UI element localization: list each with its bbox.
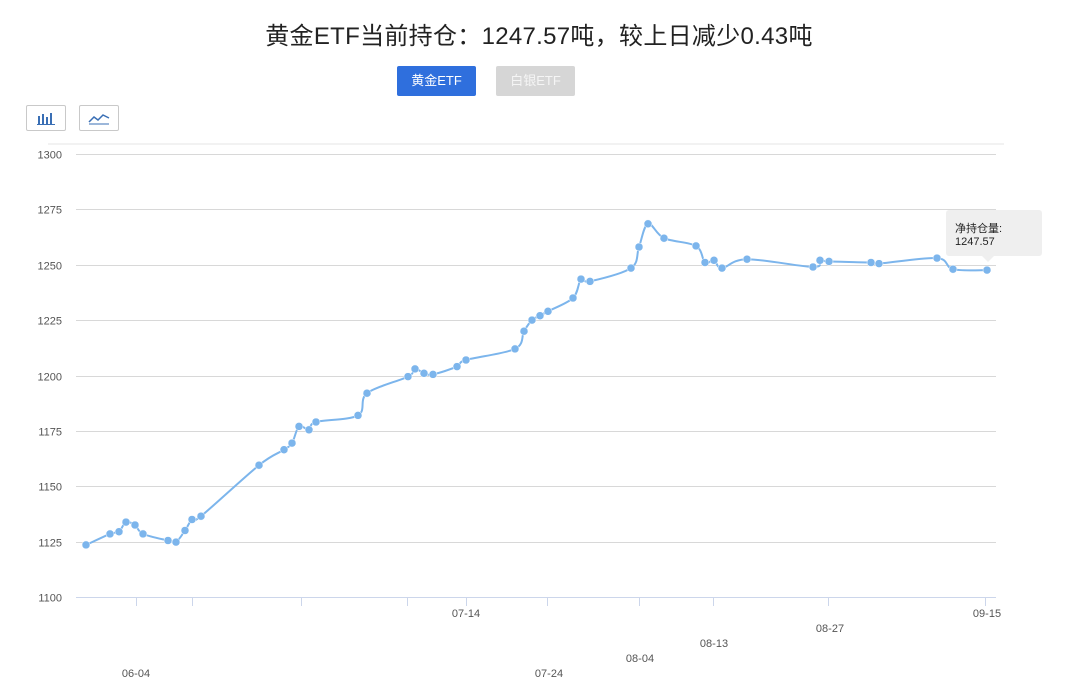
y-tick-label: 1150 [38,482,62,494]
y-tick-label: 1225 [38,316,62,328]
data-point[interactable] [419,369,429,378]
data-point[interactable] [180,526,190,535]
data-point[interactable] [866,258,876,267]
data-point[interactable] [311,417,321,427]
data-point[interactable] [535,311,545,320]
data-point[interactable] [403,372,413,381]
data-point[interactable] [510,344,520,354]
data-point[interactable] [114,527,124,536]
tooltip-arrow [982,256,994,262]
y-tick-label: 1125 [38,538,62,550]
data-point[interactable] [461,355,471,365]
y-tick-label: 1175 [38,427,62,439]
data-point[interactable] [287,438,297,448]
series-line [85,222,988,546]
data-point[interactable] [452,362,462,371]
data-point[interactable] [527,315,537,325]
data-point[interactable] [932,253,942,263]
data-point[interactable] [824,257,834,266]
data-point[interactable] [742,254,752,264]
x-tick-label: 08-27 [816,623,844,635]
y-tick-label: 1250 [38,261,62,273]
x-tick-label: 06-04 [122,668,150,680]
data-point[interactable] [304,425,314,435]
data-point[interactable] [982,265,992,275]
x-tick-label: 08-04 [626,653,654,665]
data-point[interactable] [634,242,644,252]
data-point[interactable] [576,274,586,284]
data-point[interactable] [691,241,701,251]
data-point[interactable] [709,256,719,265]
tooltip-label: 净持仓量: [955,223,1003,235]
data-point[interactable] [543,307,553,316]
tooltip-value: 1247.57 [955,236,995,248]
data-tooltip: 净持仓量: 1247.57 [946,210,1042,262]
data-point[interactable] [279,445,289,454]
data-point[interactable] [121,517,131,527]
x-tick-label: 08-13 [700,638,728,650]
data-point[interactable] [948,264,958,274]
data-point[interactable] [519,326,529,336]
data-point[interactable] [585,277,595,286]
data-point[interactable] [659,233,669,243]
data-point[interactable] [626,263,636,273]
y-tick-label: 1200 [38,372,62,384]
x-tick-label: 07-14 [452,608,480,620]
data-point[interactable] [874,259,884,268]
data-point[interactable] [130,520,140,530]
data-point[interactable] [254,460,264,470]
holdings-line-chart: 1100 1125 1150 1175 1200 1225 1250 1275 1300 06-… [38,143,1004,680]
y-tick-label: 1275 [38,205,62,217]
data-point[interactable] [171,537,181,547]
data-point[interactable] [138,529,148,539]
data-point[interactable] [187,515,197,524]
data-point[interactable] [568,293,578,303]
data-point[interactable] [643,219,653,229]
data-point[interactable] [410,364,420,374]
data-point[interactable] [196,511,206,521]
data-point[interactable] [81,540,91,550]
data-point[interactable] [105,529,115,539]
data-point[interactable] [717,263,727,273]
data-point[interactable] [362,388,372,398]
data-point[interactable] [808,262,818,272]
y-tick-label: 1100 [38,593,62,605]
data-point[interactable] [700,258,710,267]
data-point[interactable] [815,256,825,265]
data-point[interactable] [353,411,363,420]
x-tick-label: 09-15 [973,608,1001,620]
x-tick-label: 07-24 [535,668,563,680]
data-point[interactable] [428,370,438,379]
data-point[interactable] [163,536,173,545]
data-point[interactable] [294,422,304,431]
y-tick-label: 1300 [38,150,62,162]
